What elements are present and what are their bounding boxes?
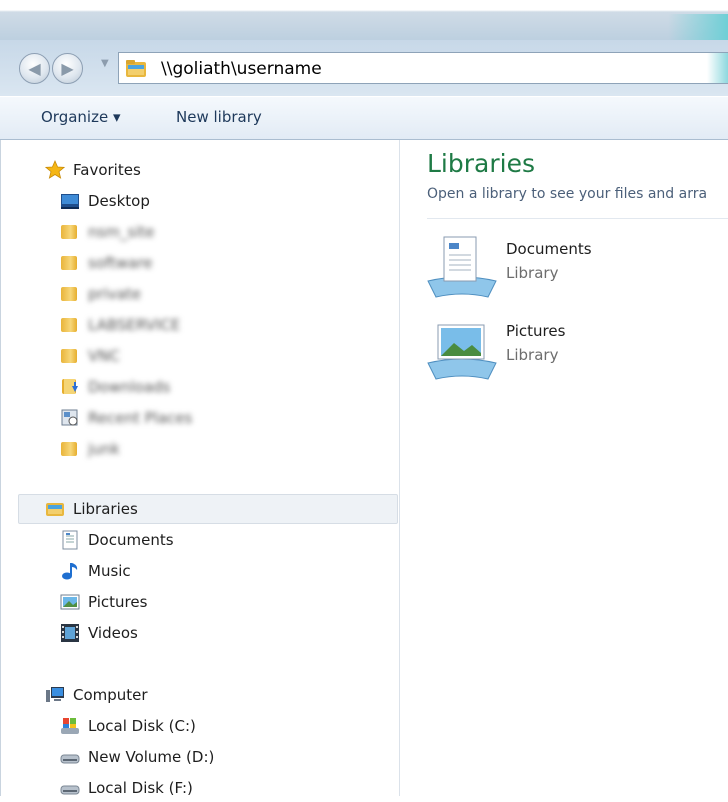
nav-libraries[interactable]: Libraries [45,495,138,523]
pictures-icon [60,594,80,610]
documents-library-icon [427,236,497,298]
back-arrow-icon: ◀ [28,59,41,78]
nav-item-folder-1-label: nsm_site [88,223,155,241]
page-title: Libraries [427,149,535,178]
nav-item-recent-places-label: Recent Places [88,409,193,427]
folder-icon [60,253,80,273]
downloads-icon [62,379,78,394]
folder-icon [60,222,80,242]
nav-item-folder-2-label: software [88,254,153,272]
nav-item-local-disk-c[interactable]: Local Disk (C:) [60,712,196,740]
nav-favorites[interactable]: Favorites [45,156,141,184]
page-subtitle: Open a library to see your files and arr… [427,186,708,202]
music-icon [62,563,78,580]
recent-places-icon [61,409,78,426]
nav-item-music-label: Music [88,562,131,580]
new-library-button[interactable]: New library [176,108,262,126]
nav-item-folder-5-label: VNC [88,347,120,365]
nav-item-downloads-label: Downloads [88,378,171,396]
nav-item-folder-4-label: LABSERVICE [88,316,181,334]
library-documents[interactable]: Documents Library [426,233,726,298]
library-pictures[interactable]: Pictures Library [426,315,726,380]
computer-icon [46,687,64,702]
nav-item-folder-5[interactable]: VNC [60,342,120,370]
desktop-icon [61,194,79,209]
folder-icon [60,346,80,366]
documents-icon [62,530,78,550]
nav-item-folder-2[interactable]: software [60,249,152,277]
drive-icon [60,754,80,764]
videos-icon [61,624,79,642]
system-drive-icon [61,718,79,734]
pictures-library-icon [427,324,497,380]
address-path: \\goliath\username [161,59,322,79]
back-button[interactable]: ◀ [19,53,50,84]
nav-item-new-volume-d[interactable]: New Volume (D:) [60,743,214,771]
nav-item-folder-4[interactable]: LABSERVICE [60,311,180,339]
folder-icon [60,315,80,335]
forward-arrow-icon: ▶ [61,59,74,78]
nav-favorites-label: Favorites [73,161,141,179]
nav-item-local-disk-f[interactable]: Local Disk (F:) [60,774,193,802]
address-row: ◀ ▶ ▼ \\goliath\username [0,40,728,96]
nav-item-recent-places[interactable]: Recent Places [60,404,192,432]
nav-item-local-disk-c-label: Local Disk (C:) [88,717,196,735]
nav-item-desktop[interactable]: Desktop [60,187,150,215]
nav-item-documents[interactable]: Documents [60,526,174,554]
nav-item-folder-1[interactable]: nsm_site [60,218,155,246]
nav-item-documents-label: Documents [88,531,174,549]
nav-item-videos[interactable]: Videos [60,619,138,647]
content-pane[interactable]: Libraries Open a library to see your fil… [400,140,728,796]
library-folder-icon [126,60,146,77]
nav-computer-label: Computer [73,686,148,704]
nav-item-new-volume-d-label: New Volume (D:) [88,748,215,766]
library-pictures-kind: Library [506,346,559,364]
folder-icon [60,284,80,304]
library-documents-name: Documents [506,240,592,258]
organize-button[interactable]: Organize ▾ [41,108,121,126]
drive-icon [60,785,80,795]
nav-computer[interactable]: Computer [45,681,148,709]
nav-item-videos-label: Videos [88,624,138,642]
library-documents-kind: Library [506,264,559,282]
address-bar[interactable]: \\goliath\username [118,52,728,84]
header-divider [427,218,728,219]
library-pictures-name: Pictures [506,322,566,340]
recent-pages-dropdown-icon[interactable]: ▼ [101,58,109,69]
nav-item-folder-3[interactable]: private [60,280,141,308]
nav-item-local-disk-f-label: Local Disk (F:) [88,779,193,797]
nav-item-desktop-label: Desktop [88,192,150,210]
command-bar: Organize ▾ New library [0,96,728,140]
library-folder-icon [46,503,64,516]
nav-item-music[interactable]: Music [60,557,131,585]
nav-item-folder-6[interactable]: junk [60,435,120,463]
window-title-strip [0,0,728,74]
nav-item-downloads[interactable]: Downloads [60,373,170,401]
nav-item-pictures[interactable]: Pictures [60,588,147,616]
nav-item-pictures-label: Pictures [88,593,148,611]
forward-button[interactable]: ▶ [52,53,83,84]
nav-libraries-label: Libraries [73,500,138,518]
star-icon [45,160,65,179]
address-bar-edge [707,53,728,83]
nav-item-folder-3-label: private [88,285,142,303]
folder-icon [60,439,80,459]
nav-item-folder-6-label: junk [88,440,120,458]
navigation-pane[interactable]: Favorites Desktop nsm_site software priv… [0,140,400,797]
